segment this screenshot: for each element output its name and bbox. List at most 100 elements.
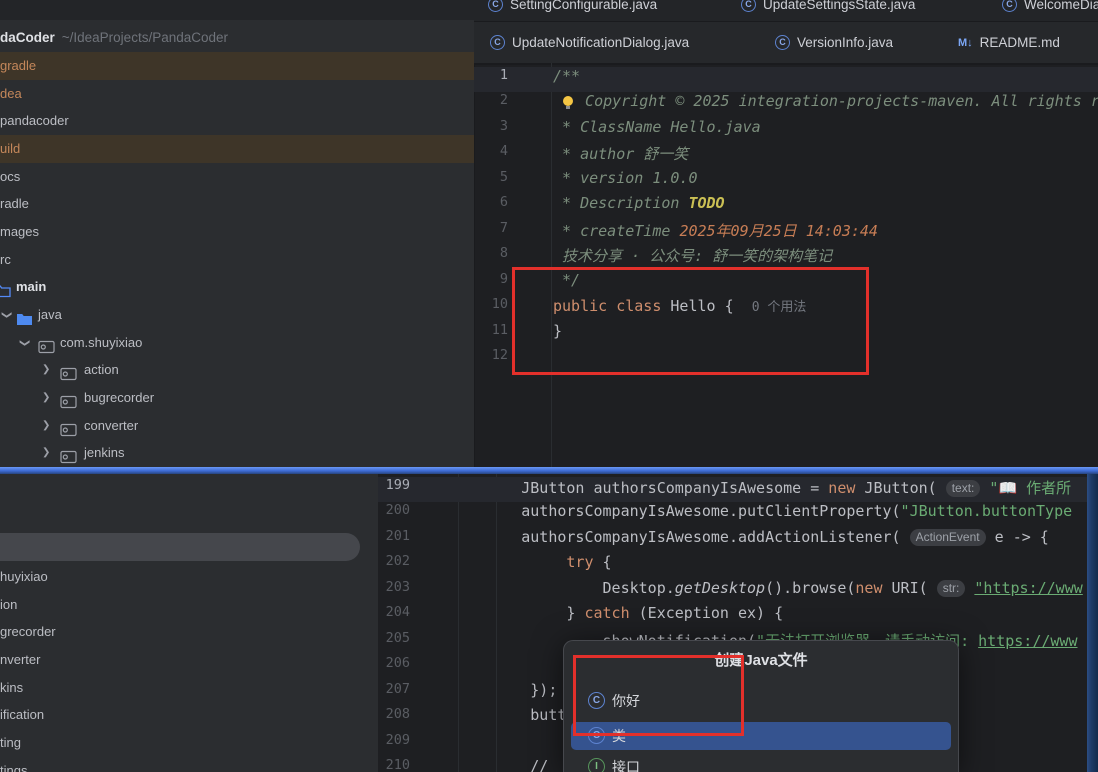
tree-item-ocs[interactable]: ocs xyxy=(0,163,474,191)
code-text[interactable]: JButton authorsCompanyIsAwesome = new JB… xyxy=(449,477,1071,502)
tree-item-action[interactable]: ❯ action xyxy=(0,356,474,384)
bottom-tree-item-ification[interactable]: ification xyxy=(0,701,378,728)
code-segment: ().browse( xyxy=(765,579,855,597)
code-segment: "📖 作者所 xyxy=(989,479,1071,497)
line-number[interactable]: 4 xyxy=(474,143,508,168)
code-segment: * Description xyxy=(553,194,688,212)
tree-item-uild[interactable]: uild xyxy=(0,135,474,163)
code-text[interactable]: * Description TODO xyxy=(553,194,725,219)
folder-icon xyxy=(0,280,11,294)
chevron-right-icon[interactable]: ❯ xyxy=(42,384,50,412)
code-segment: 2025年09月25日 14:03:44 xyxy=(679,222,878,240)
selected-tree-row[interactable] xyxy=(0,533,360,561)
code-segment: (Exception ex) { xyxy=(630,604,784,622)
line-number[interactable]: 7 xyxy=(474,220,508,245)
code-segment: "https://www xyxy=(974,579,1082,597)
tab-label: UpdateNotificationDialog.java xyxy=(512,35,689,50)
code-text[interactable]: * createTime 2025年09月25日 14:03:44 xyxy=(553,220,878,245)
bottom-tree-item-ting[interactable]: ting xyxy=(0,729,378,756)
code-text[interactable]: authorsCompanyIsAwesome.addActionListene… xyxy=(449,528,1049,553)
tree-item-rc[interactable]: rc xyxy=(0,246,474,274)
package-icon xyxy=(60,391,77,405)
line-number[interactable]: 207 xyxy=(378,681,410,706)
line-number[interactable]: 209 xyxy=(378,732,410,757)
package-icon xyxy=(60,446,77,460)
chevron-right-icon[interactable]: ❯ xyxy=(42,439,50,467)
code-text[interactable]: authorsCompanyIsAwesome.putClientPropert… xyxy=(449,502,1072,527)
line-number[interactable]: 10 xyxy=(474,296,508,321)
editor-tab[interactable]: CUpdateSettingsState.java xyxy=(741,0,915,20)
package-icon xyxy=(38,336,55,350)
code-text[interactable]: // xyxy=(449,757,548,772)
editor-tab[interactable]: CSettingConfigurable.java xyxy=(488,0,657,20)
code-text[interactable]: } catch (Exception ex) { xyxy=(449,604,783,629)
line-number[interactable]: 210 xyxy=(378,757,410,772)
code-segment: /** xyxy=(553,67,580,85)
tree-item-label: java xyxy=(38,301,62,329)
line-number[interactable]: 200 xyxy=(378,502,410,527)
line-number[interactable]: 203 xyxy=(378,579,410,604)
bottom-tree-item-huyixiao[interactable]: huyixiao xyxy=(0,563,378,590)
annotation-box-class xyxy=(512,267,869,375)
line-number[interactable]: 12 xyxy=(474,347,508,372)
tree-item-label: action xyxy=(84,356,119,384)
intention-bulb-icon[interactable] xyxy=(563,96,573,106)
bottom-tree-item-grecorder[interactable]: grecorder xyxy=(0,618,378,645)
code-text[interactable]: }); xyxy=(449,681,557,706)
line-number[interactable]: 5 xyxy=(474,169,508,194)
tree-item-label: gradle xyxy=(0,52,36,80)
editor-tab-row: CUpdateNotificationDialog.java CVersionIn… xyxy=(474,22,1098,65)
code-segment: * author 舒一笑 xyxy=(553,145,688,163)
line-number[interactable]: 3 xyxy=(474,118,508,143)
editor-tab[interactable]: CUpdateNotificationDialog.java xyxy=(490,22,689,63)
line-number[interactable]: 1 xyxy=(474,67,508,92)
popup-item-接口[interactable]: I接口 xyxy=(564,753,958,772)
code-segment: * createTime xyxy=(553,222,679,240)
editor-tab[interactable]: CVersionInfo.java xyxy=(775,22,893,63)
line-number[interactable]: 204 xyxy=(378,604,410,629)
tree-item-mages[interactable]: mages xyxy=(0,218,474,246)
bottom-tree-item-kins[interactable]: kins xyxy=(0,674,378,701)
tree-item-jenkins[interactable]: ❯jenkins xyxy=(0,439,474,467)
line-number[interactable]: 11 xyxy=(474,322,508,347)
bottom-tree-item-ion[interactable]: ion xyxy=(0,591,378,618)
line-number[interactable]: 206 xyxy=(378,655,410,680)
tree-item-gradle[interactable]: gradle xyxy=(0,52,474,80)
line-number[interactable]: 208 xyxy=(378,706,410,731)
tree-item-main[interactable]: main xyxy=(0,273,474,301)
code-text[interactable]: /** xyxy=(553,67,580,92)
code-text[interactable]: Copyright © 2025 integration-projects-ma… xyxy=(553,92,1098,117)
line-number[interactable]: 9 xyxy=(474,271,508,296)
line-number[interactable]: 199 xyxy=(378,477,410,502)
editor-tab[interactable]: CWelcomeDia xyxy=(1002,0,1098,20)
tree-item-converter[interactable]: ❯converter xyxy=(0,412,474,440)
line-number[interactable]: 6 xyxy=(474,194,508,219)
tree-item-bugrecorder[interactable]: ❯bugrecorder xyxy=(0,384,474,412)
code-line: 204 } catch (Exception ex) { xyxy=(378,604,1087,629)
line-number[interactable]: 8 xyxy=(474,245,508,270)
code-text[interactable]: * version 1.0.0 xyxy=(553,169,698,194)
tree-item-java[interactable]: ❯java xyxy=(0,301,474,329)
code-text[interactable]: * author 舒一笑 xyxy=(553,143,688,168)
tab-label: VersionInfo.java xyxy=(797,35,893,50)
tree-item-pandacoder[interactable]: pandacoder xyxy=(0,107,474,135)
code-line: 201 authorsCompanyIsAwesome.addActionLis… xyxy=(378,528,1087,553)
editor-tab[interactable]: M↓README.md xyxy=(958,22,1060,63)
code-text[interactable]: Desktop.getDesktop().browse(new URI( str… xyxy=(449,579,1083,604)
ide-screenshot: daCoder~/IdeaProjects/PandaCoder gradled… xyxy=(0,0,1098,772)
bottom-tree-item-nverter[interactable]: nverter xyxy=(0,646,378,673)
code-text[interactable]: try { xyxy=(449,553,612,578)
tree-item-com.shuyixiao[interactable]: ❯com.shuyixiao xyxy=(0,329,474,357)
code-segment: ActionEvent xyxy=(910,529,986,546)
line-number[interactable]: 205 xyxy=(378,630,410,655)
bottom-tree-item-tings[interactable]: tings xyxy=(0,757,378,772)
code-text[interactable]: * ClassName Hello.java xyxy=(553,118,761,143)
tree-item-radle[interactable]: radle xyxy=(0,190,474,218)
tree-item-dea[interactable]: dea xyxy=(0,80,474,108)
chevron-right-icon[interactable]: ❯ xyxy=(42,356,50,384)
chevron-down-icon[interactable]: ❯ xyxy=(10,338,38,346)
line-number[interactable]: 202 xyxy=(378,553,410,578)
line-number[interactable]: 201 xyxy=(378,528,410,553)
chevron-right-icon[interactable]: ❯ xyxy=(42,412,50,440)
line-number[interactable]: 2 xyxy=(474,92,508,117)
